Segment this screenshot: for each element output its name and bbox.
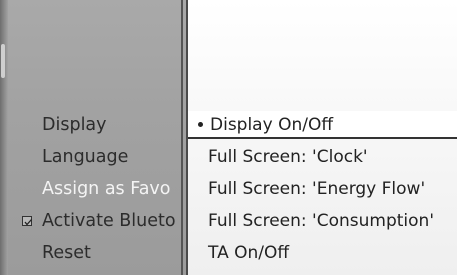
submenu-item-full-screen-consumption[interactable]: Full Screen: 'Consumption' [188, 207, 457, 235]
scroll-indicator [0, 0, 8, 275]
bullet-icon [198, 122, 203, 127]
menu-item-label: Activate Blueto [42, 211, 176, 231]
submenu-panel: Display On/Off Full Screen: 'Clock' Full… [188, 0, 457, 275]
menu-item-display[interactable]: Display [10, 111, 182, 139]
submenu-item-label: Full Screen: 'Consumption' [208, 211, 434, 231]
menu-item-label: Assign as Favo [42, 179, 171, 199]
submenu-item-ta-on-off[interactable]: TA On/Off [188, 239, 457, 267]
submenu-item-full-screen-energy-flow[interactable]: Full Screen: 'Energy Flow' [188, 175, 457, 203]
submenu-item-label: Full Screen: 'Energy Flow' [208, 179, 426, 199]
submenu-item-label: Display On/Off [210, 115, 334, 135]
submenu-item-label: Full Screen: 'Clock' [208, 147, 368, 167]
panel-divider [181, 0, 183, 275]
scroll-indicator-thumb [1, 44, 5, 78]
submenu-item-display-on-off[interactable]: Display On/Off [188, 111, 457, 139]
checkbox-checked-icon[interactable] [22, 216, 32, 226]
menu-item-language[interactable]: Language [10, 143, 182, 171]
menu-item-label: Language [42, 147, 129, 167]
menu-item-reset[interactable]: Reset [10, 239, 182, 267]
menu-item-activate-bluetooth[interactable]: Activate Blueto [10, 207, 182, 235]
main-menu-panel: Display Language Assign as Favo Activate… [0, 0, 188, 275]
menu-item-assign-as-favorite[interactable]: Assign as Favo [10, 175, 182, 203]
submenu-item-label: TA On/Off [208, 243, 290, 263]
menu-item-label: Display [42, 115, 107, 135]
submenu-item-full-screen-clock[interactable]: Full Screen: 'Clock' [188, 143, 457, 171]
menu-item-label: Reset [42, 243, 91, 263]
